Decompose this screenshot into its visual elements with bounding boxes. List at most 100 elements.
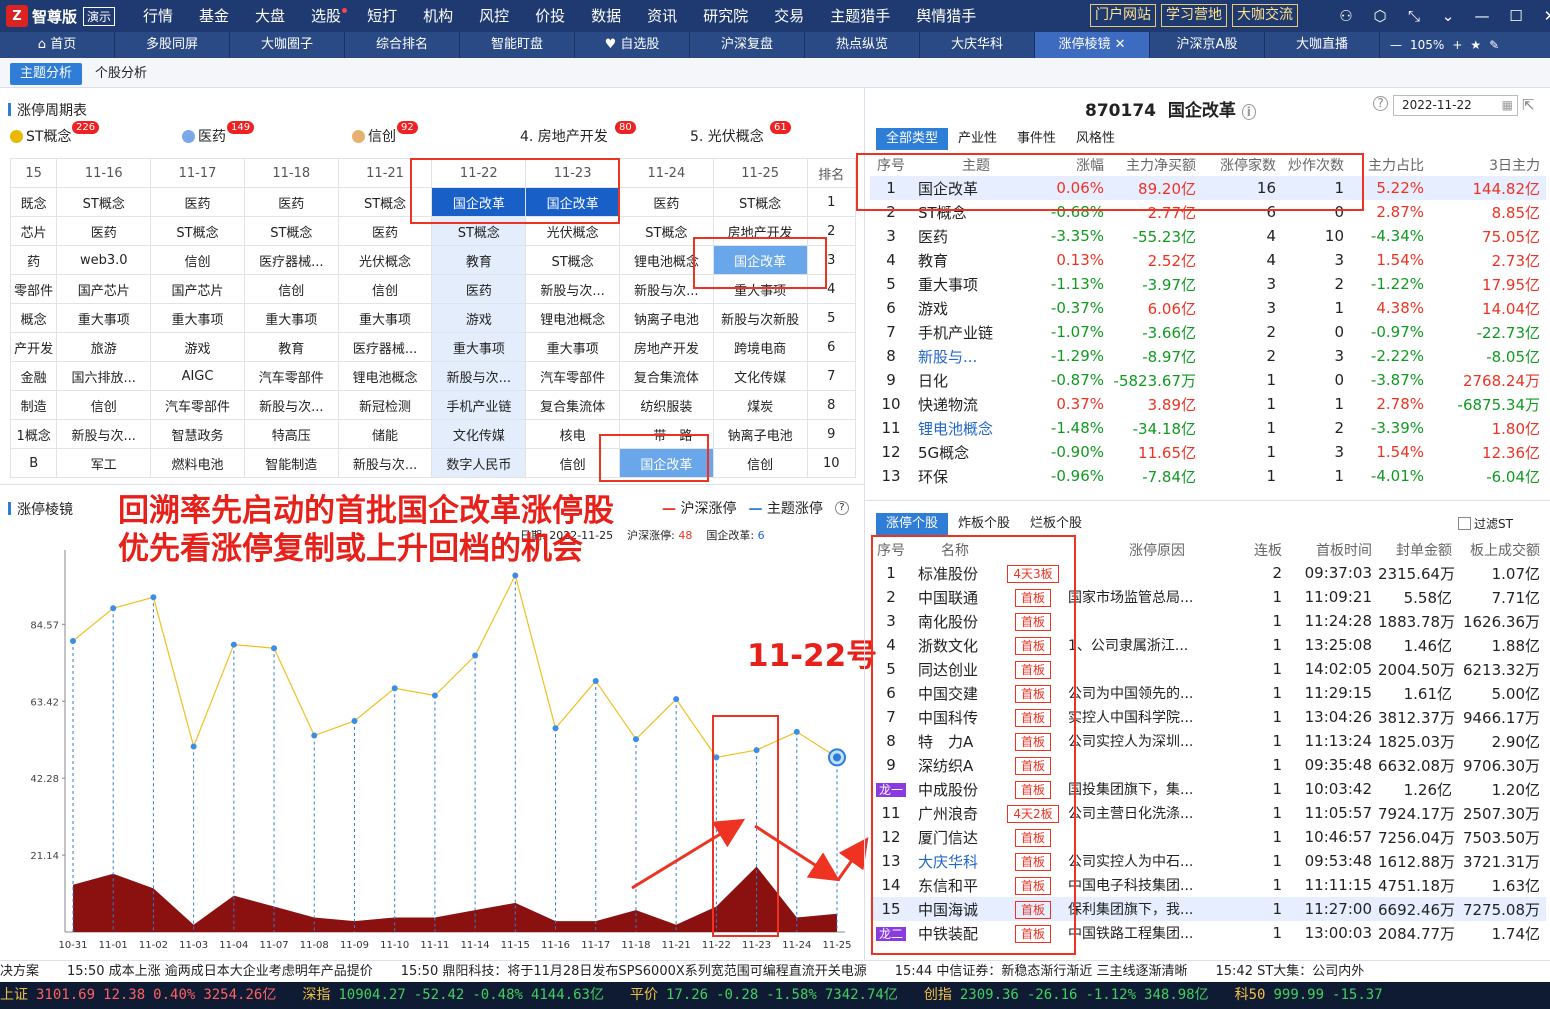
page-tab[interactable]: 多股同屏 <box>115 32 230 58</box>
topic-row[interactable]: 9 日化 -0.87% -5823.67万 1 0 -3.87% 2768.24万 <box>870 368 1546 392</box>
tab-topic-analysis[interactable]: 主题分析 <box>10 63 83 85</box>
cycle-cell[interactable]: 新股与次... <box>525 274 620 304</box>
cycle-cell[interactable]: 国企改革 <box>431 187 527 217</box>
app-logo[interactable]: Z 智尊版 演示 <box>6 4 116 28</box>
stock-row[interactable]: 15 中国海诚 首板 保利集团旗下，我... 1 11:27:00 6692.46万 7275… <box>870 897 1546 921</box>
portal-link[interactable]: 门户网站 <box>1090 4 1156 27</box>
stock-type-tab[interactable]: 烂板个股 <box>1020 513 1092 535</box>
cycle-cell[interactable]: 跨境电商 <box>712 332 808 362</box>
minimize-icon[interactable]: — <box>1466 0 1498 32</box>
help-icon[interactable]: ? <box>834 501 849 515</box>
close-tab-icon[interactable]: ✕ <box>1110 37 1126 52</box>
cycle-cell[interactable]: 房地产开发 <box>712 216 808 246</box>
data-point[interactable] <box>190 743 197 750</box>
data-point[interactable] <box>70 637 76 644</box>
filter-st[interactable]: 过滤ST <box>1458 515 1513 532</box>
topic-row[interactable]: 12 5G概念 -0.90% 11.65亿 1 3 1.54% 12.36亿 <box>870 440 1546 464</box>
cycle-cell[interactable]: 游戏 <box>431 303 527 333</box>
cycle-cell[interactable]: 复合集流体 <box>525 390 620 420</box>
cycle-cell[interactable]: 重大事项 <box>712 274 808 304</box>
cycle-cell[interactable]: web3.0 <box>56 245 152 275</box>
page-tab[interactable]: ⌂ 首页 <box>0 32 115 58</box>
cycle-cell[interactable]: 煤炭 <box>712 390 808 420</box>
cycle-cell[interactable]: 燃料电池 <box>150 448 245 478</box>
data-point[interactable] <box>311 732 318 739</box>
menu-item[interactable]: 大盘 <box>242 0 298 32</box>
cycle-cell[interactable]: ST概念 <box>618 216 714 246</box>
column-header[interactable]: 板上成交额 <box>1458 539 1546 561</box>
cycle-cell[interactable]: 特高压 <box>243 419 339 449</box>
menu-item[interactable]: 数据 <box>578 0 634 32</box>
data-point[interactable] <box>110 605 117 612</box>
cycle-cell[interactable]: 旅游 <box>56 332 152 362</box>
cycle-cell[interactable]: 钠离子电池 <box>618 303 714 333</box>
cycle-cell[interactable]: 信创 <box>243 274 339 304</box>
stock-row[interactable]: 7 中国科传 首板 实控人中国科学院... 1 13:04:26 3812.37万 9466.… <box>870 705 1546 729</box>
column-header[interactable]: 主力净买额 <box>1110 154 1202 176</box>
column-header[interactable]: 涨停家数 <box>1202 154 1282 176</box>
data-point[interactable] <box>351 717 358 724</box>
topic-type-tab[interactable]: 风格性 <box>1066 128 1125 150</box>
cycle-cell[interactable]: 国企改革 <box>525 187 620 217</box>
column-header[interactable]: 主题 <box>912 154 1040 176</box>
cycle-cell[interactable]: 智能制造 <box>243 448 339 478</box>
topic-row[interactable]: 4 教育 0.13% 2.52亿 4 3 1.54% 2.73亿 <box>870 248 1546 272</box>
stock-row[interactable]: 3 南化股份 首板 1 11:24:28 1883.78万 1626.36万 <box>870 609 1546 633</box>
menu-item[interactable]: 交易 <box>761 0 817 32</box>
cycle-cell[interactable]: 药 <box>9 245 58 275</box>
date-picker[interactable]: 2022-11-22 ▦ <box>1393 95 1518 116</box>
cycle-cell[interactable]: 医药 <box>56 216 152 246</box>
cycle-cell[interactable]: 储能 <box>337 419 433 449</box>
column-header[interactable]: 炒作次数 <box>1282 154 1350 176</box>
page-tab[interactable]: 热点纵览 <box>805 32 920 58</box>
cycle-cell[interactable]: 医疗器械... <box>243 245 339 275</box>
cycle-cell[interactable]: 一带一路 <box>618 419 714 449</box>
page-tab[interactable]: 智能盯盘 <box>460 32 575 58</box>
topic-row[interactable]: 3 医药 -3.35% -55.23亿 4 10 -4.34% 75.05亿 <box>870 224 1546 248</box>
cycle-cell[interactable]: 锂电池概念 <box>618 245 714 275</box>
cycle-cell[interactable]: 医药 <box>337 216 433 246</box>
page-tab[interactable]: ♥ 自选股 <box>575 32 690 58</box>
cycle-cell[interactable]: 既念 <box>9 187 58 217</box>
index-quote[interactable]: 科50 999.99 -15.37 <box>1235 987 1391 1003</box>
data-point[interactable] <box>230 641 237 648</box>
cycle-cell[interactable]: 医药 <box>431 274 527 304</box>
topic-row[interactable]: 8 新股与... -1.29% -8.97亿 2 3 -2.22% -8.05亿 <box>870 344 1546 368</box>
news-item[interactable]: 15:44 中信证券：新稳态渐行渐近 三主线逐渐清晰 <box>895 964 1188 979</box>
shrink-icon[interactable]: ⤡ <box>1398 0 1430 32</box>
data-point[interactable] <box>552 725 559 732</box>
topic-row[interactable]: 10 快递物流 0.37% 3.89亿 1 1 2.78% -6875.34万 <box>870 392 1546 416</box>
data-point[interactable] <box>512 572 519 579</box>
index-quote[interactable]: 平价 17.26 -0.28 -1.58% 7342.74亿 <box>630 987 906 1003</box>
page-tab[interactable]: 综合排名 <box>345 32 460 58</box>
stock-type-tab[interactable]: 涨停个股 <box>876 513 949 535</box>
menu-item[interactable]: 风控 <box>466 0 522 32</box>
cycle-cell[interactable]: 光伏概念 <box>525 216 620 246</box>
topic-rank-item[interactable]: ST概念 226 <box>10 121 100 146</box>
column-header[interactable]: 3日主力 <box>1430 154 1546 176</box>
data-point[interactable] <box>632 736 639 743</box>
cycle-cell[interactable]: 教育 <box>431 245 527 275</box>
stock-row[interactable]: 龙一 中成股份 首板 国投集团旗下，集... 1 10:03:42 1.26亿 1.20亿 <box>870 777 1546 801</box>
cycle-cell[interactable]: 信创 <box>337 274 433 304</box>
cycle-cell[interactable]: 信创 <box>525 448 620 478</box>
help-icon[interactable]: ? <box>1373 96 1388 111</box>
cycle-cell[interactable]: 手机产业链 <box>431 390 527 420</box>
cycle-cell[interactable]: ST概念 <box>150 216 245 246</box>
filter-checkbox[interactable] <box>1458 517 1471 530</box>
cycle-cell[interactable]: 重大事项 <box>56 303 152 333</box>
stock-row[interactable]: 12 厦门信达 首板 1 10:46:57 7256.04万 7503.50万 <box>870 825 1546 849</box>
menu-item[interactable]: 短打 <box>354 0 410 32</box>
cycle-cell[interactable]: ST概念 <box>56 187 152 217</box>
cycle-cell[interactable]: 军工 <box>56 448 152 478</box>
cycle-cell[interactable]: 国六排放... <box>56 361 152 391</box>
cycle-cell[interactable]: AIGC <box>150 361 245 391</box>
cycle-cell[interactable]: 医药 <box>150 187 245 217</box>
column-header[interactable]: 涨幅 <box>1040 154 1110 176</box>
cycle-cell[interactable]: 1概念 <box>9 419 58 449</box>
close-icon[interactable]: ✕ <box>1534 0 1550 32</box>
topic-rank-item[interactable]: 信创 92 <box>352 121 418 146</box>
cycle-cell[interactable]: 重大事项 <box>243 303 339 333</box>
menu-item[interactable]: 选股 <box>298 0 354 32</box>
stock-row[interactable]: 14 东信和平 首板 中国电子科技集团... 1 11:11:15 4751.18万 1.63… <box>870 873 1546 897</box>
